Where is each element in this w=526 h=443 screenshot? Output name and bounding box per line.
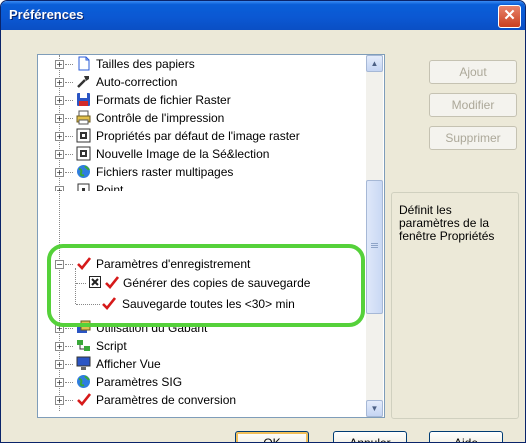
tree-item-generer-copies[interactable]: Générer des copies de sauvegarde <box>38 274 366 292</box>
checkbox-checked-icon[interactable] <box>89 276 101 288</box>
tree-item-label: Auto-correction <box>96 75 178 89</box>
modify-button[interactable]: Modifier <box>429 93 517 117</box>
template-icon <box>77 320 91 333</box>
tree-item-label: Sauvegarde toutes les <30> min <box>122 297 295 311</box>
cancel-button[interactable]: Annuler <box>333 431 407 442</box>
tree-item-point[interactable]: + Point <box>38 181 366 191</box>
tree-item-label: Afficher Vue <box>96 357 161 371</box>
new-image-icon <box>76 146 91 161</box>
dialog-body: + Tailles des papiers + Auto-correction … <box>1 30 525 442</box>
tree-item-fichiers-multipages[interactable]: + Fichiers raster multipages <box>38 163 366 181</box>
scroll-up-button[interactable]: ▲ <box>366 55 383 72</box>
scroll-thumb[interactable] <box>366 180 383 314</box>
expand-icon[interactable]: + <box>55 114 64 123</box>
expand-icon[interactable]: + <box>55 60 64 69</box>
tree-item-parametres-conversion[interactable]: + Paramètres de conversion <box>38 391 366 409</box>
tree-item-auto-correction[interactable]: + Auto-correction <box>38 73 366 91</box>
tree-item-sauvegarde-intervalle[interactable]: Sauvegarde toutes les <30> min <box>38 295 366 313</box>
globe-icon <box>77 375 90 388</box>
preferences-tree: + Tailles des papiers + Auto-correction … <box>37 54 385 418</box>
checkmark-icon <box>77 393 91 406</box>
arrow-up-icon: ▲ <box>370 59 379 68</box>
tree-item-label: Paramètres SIG <box>96 375 183 389</box>
tree-item-label: Formats de fichier Raster <box>96 93 231 107</box>
tree-item-parametres-enregistrement[interactable]: − Paramètres d'enregistrement <box>38 255 366 273</box>
window-title: Préférences <box>9 7 84 22</box>
preferences-dialog: Préférences ✕ + Tailles des papiers + Au… <box>0 0 526 443</box>
description-text: Définit les paramètres de la fenêtre Pro… <box>399 203 495 243</box>
expand-icon[interactable]: + <box>55 78 64 87</box>
expand-icon[interactable]: + <box>55 168 64 177</box>
tree-content: + Tailles des papiers + Auto-correction … <box>38 55 366 417</box>
tree-item-label: Nouvelle Image de la Sé&lection <box>96 147 270 161</box>
tree-scrollbar[interactable]: ▲ ▼ <box>366 55 383 417</box>
tree-item-label: Tailles des papiers <box>96 57 195 71</box>
tree-item-parametres-sig[interactable]: + Paramètres SIG <box>38 373 366 391</box>
tree-item-afficher-vue[interactable]: + Afficher Vue <box>38 355 366 373</box>
checkmark-icon <box>102 297 116 310</box>
expand-icon[interactable]: + <box>55 342 64 351</box>
point-icon <box>77 183 90 191</box>
tree-item-label: Utilisation du Gabarit <box>96 321 208 335</box>
tree-item-label: Contrôle de l'impression <box>96 111 225 125</box>
expand-icon[interactable]: + <box>55 324 64 333</box>
close-button[interactable]: ✕ <box>498 5 521 28</box>
globe-icon <box>77 165 90 178</box>
tree-item-label: Paramètres d'enregistrement <box>96 257 251 271</box>
tree-item-script[interactable]: + Script <box>38 337 366 355</box>
scroll-down-button[interactable]: ▼ <box>366 400 383 417</box>
tree-item-proprietes-raster[interactable]: + Propriétés par défaut de l'image raste… <box>38 127 366 145</box>
expand-icon[interactable]: + <box>55 360 64 369</box>
tree-item-nouvelle-image[interactable]: + Nouvelle Image de la Sé&lection <box>38 145 366 163</box>
expand-icon[interactable]: + <box>55 132 64 141</box>
tree-item-controle-impression[interactable]: + Contrôle de l'impression <box>38 109 366 127</box>
script-icon <box>77 340 90 351</box>
delete-button[interactable]: Supprimer <box>429 126 517 150</box>
tree-item-label: Fichiers raster multipages <box>96 165 234 179</box>
tree-item-formats-raster[interactable]: + Formats de fichier Raster <box>38 91 366 109</box>
add-button[interactable]: Ajout <box>429 60 517 84</box>
paper-icon <box>78 56 90 71</box>
expand-icon[interactable]: + <box>55 96 64 105</box>
checkmark-icon <box>77 257 91 270</box>
checkmark-icon <box>105 276 119 289</box>
expand-icon[interactable]: + <box>55 396 64 405</box>
expand-icon[interactable]: + <box>55 378 64 387</box>
expand-icon[interactable]: + <box>55 150 64 159</box>
title-bar[interactable]: Préférences ✕ <box>1 1 525 30</box>
expand-icon[interactable]: + <box>55 186 64 191</box>
collapse-icon[interactable]: − <box>55 260 64 269</box>
help-button[interactable]: Aide <box>429 431 503 442</box>
tree-item-label: Propriétés par défaut de l'image raster <box>96 129 300 143</box>
tree-item-label: Générer des copies de sauvegarde <box>123 276 311 290</box>
ok-button[interactable]: OK <box>235 431 309 442</box>
description-panel: Définit les paramètres de la fenêtre Pro… <box>391 192 519 419</box>
tree-item-label: Paramètres de conversion <box>96 393 237 407</box>
raster-properties-icon <box>76 128 91 143</box>
close-icon: ✕ <box>503 7 516 24</box>
tree-item-label: Point <box>96 183 124 191</box>
arrow-down-icon: ▼ <box>370 404 379 413</box>
printer-icon <box>76 110 91 125</box>
tree-item-utilisation-gabarit[interactable]: + Utilisation du Gabarit <box>38 319 366 337</box>
monitor-icon <box>76 356 91 370</box>
tree-item-label: Script <box>96 339 127 353</box>
tree-item-tailles-papiers[interactable]: + Tailles des papiers <box>38 55 366 73</box>
floppy-disk-icon <box>77 93 90 106</box>
wrench-icon <box>77 76 89 88</box>
